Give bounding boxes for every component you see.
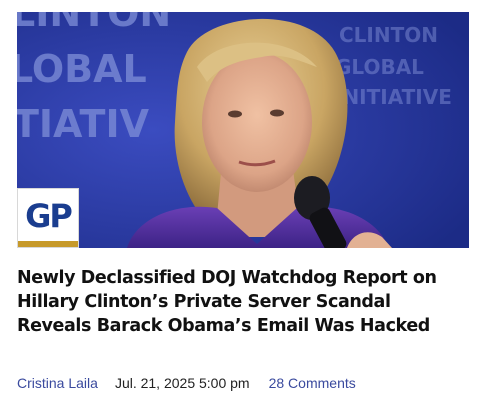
gp-logo-stripe bbox=[18, 241, 78, 247]
comments-link[interactable]: 28 Comments bbox=[269, 375, 356, 391]
svg-text:LINTON: LINTON bbox=[17, 12, 171, 35]
article-headline[interactable]: Newly Declassified DOJ Watchdog Report o… bbox=[17, 266, 457, 338]
author-link[interactable]: Cristina Laila bbox=[17, 375, 98, 391]
article-card: LINTON LOBAL TIATIV CLINTON GLOBAL INITI… bbox=[0, 0, 486, 404]
svg-text:CLINTON: CLINTON bbox=[339, 23, 438, 47]
svg-text:GLOBAL: GLOBAL bbox=[335, 55, 424, 79]
article-meta: Cristina Laila Jul. 21, 2025 5:00 pm 28 … bbox=[17, 373, 356, 393]
svg-text:TIATIV: TIATIV bbox=[17, 102, 150, 146]
svg-text:LOBAL: LOBAL bbox=[17, 47, 147, 91]
gp-logo-text: GP bbox=[25, 197, 73, 235]
article-image[interactable]: LINTON LOBAL TIATIV CLINTON GLOBAL INITI… bbox=[17, 12, 469, 248]
face-shape bbox=[202, 52, 312, 192]
publish-date: Jul. 21, 2025 5:00 pm bbox=[114, 375, 250, 391]
svg-text:INITIATIVE: INITIATIVE bbox=[335, 85, 452, 109]
gp-logo-badge: GP bbox=[17, 188, 79, 248]
